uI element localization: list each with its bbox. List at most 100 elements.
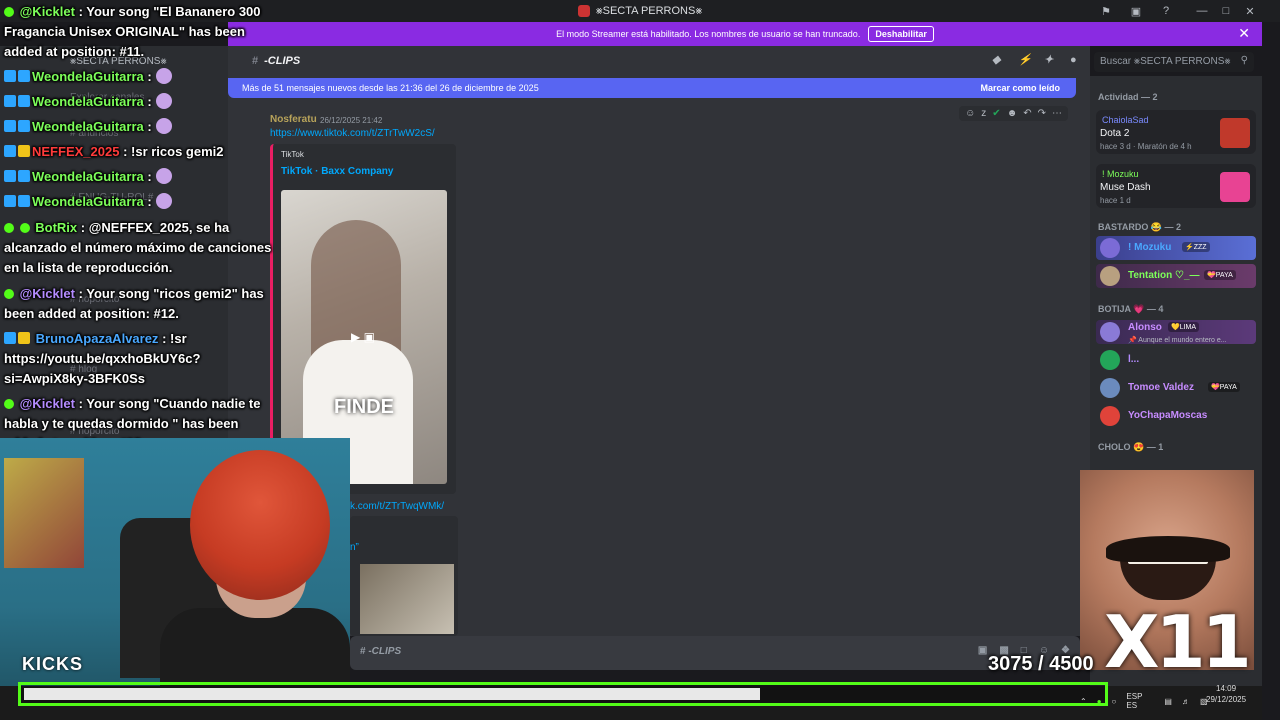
mark-read-button[interactable]: Marcar como leído [980, 83, 1060, 93]
more-icon[interactable]: ⋯ [1052, 108, 1062, 119]
screen-icon[interactable]: ▣ [1124, 0, 1148, 22]
chat-line: WeondelaGuitarra : [4, 92, 274, 112]
chat-username: BrunoApazaAlvarez [35, 331, 159, 346]
emote-icon [155, 118, 172, 134]
emote-icon [155, 68, 172, 84]
chat-username: BotRix [35, 220, 78, 235]
wall-poster [4, 458, 84, 568]
reaction-check-icon[interactable]: ✔ [992, 108, 1000, 119]
maximize-button[interactable]: □ [1214, 0, 1238, 22]
chat-message: : [143, 194, 152, 209]
message-composer[interactable]: # -CLIPS ▣ ▩ □ ☺ ❖ [350, 636, 1080, 670]
member-name: Tentation ♡_— [1128, 270, 1200, 281]
message-link-2[interactable]: k.com/t/ZTrTwqWMk/ [350, 501, 444, 512]
mute-icon[interactable]: ⚡ [1018, 54, 1032, 66]
member-tag: 💝PAYA [1204, 270, 1236, 280]
dota-icon [1220, 118, 1250, 148]
tray-app-icon[interactable]: ● [1097, 697, 1102, 706]
tiktok-embed-2: n” [350, 516, 458, 636]
tray-chevron-icon[interactable]: ⌃ [1080, 697, 1087, 706]
composer-hash-icon: # [360, 646, 366, 657]
group-header: CHOLO 😍 — 1 [1098, 442, 1164, 452]
sub-badge-icon [4, 145, 16, 157]
close-banner-icon[interactable]: ✕ [1238, 25, 1250, 42]
member-row[interactable]: YoChapaMoscas [1096, 404, 1256, 428]
message-link[interactable]: https://www.tiktok.com/t/ZTrTwW2cS/ [270, 128, 435, 139]
avatar [1100, 322, 1120, 342]
disable-streamer-button[interactable]: Deshabilitar [868, 26, 934, 42]
chat-area: Más de 51 mensajes nuevos desde las 21:3… [228, 76, 1090, 636]
minimize-button[interactable]: — [1190, 0, 1214, 22]
activity-game: Muse Dash [1100, 182, 1151, 193]
gifter-badge-icon [18, 195, 30, 207]
activity-user: ! Mozuku [1102, 169, 1139, 179]
webcam-feed: KICKS [0, 438, 350, 720]
banner-text: El modo Streamer está habilitado. Los no… [556, 29, 861, 39]
chat-message: : [143, 94, 152, 109]
member-name: Alonso [1128, 322, 1162, 333]
gift-icon[interactable]: ▣ [978, 645, 987, 656]
gifter-badge-icon [18, 95, 30, 107]
sub-badge-icon [4, 120, 16, 132]
tray-volume-icon[interactable]: ♬ [1182, 697, 1190, 706]
clock-time: 14:09 [1216, 684, 1237, 693]
activity-card[interactable]: ! Mozuku Muse Dash hace 1 d [1096, 164, 1256, 208]
activity-user: ChaiolaSad [1102, 115, 1149, 125]
chat-username: WeondelaGuitarra [32, 194, 144, 209]
inbox-icon[interactable]: ⚑ [1094, 0, 1118, 22]
close-window-button[interactable]: ✕ [1238, 0, 1262, 22]
sub-badge-icon [4, 332, 16, 344]
avatar [1100, 266, 1120, 286]
message-author[interactable]: Nosferatu [270, 114, 317, 125]
members-icon[interactable]: ● [1070, 54, 1082, 66]
reaction-emoji-icon[interactable]: ☺ [965, 108, 975, 119]
member-row[interactable]: Alonso 💛LIMA 📌 Aunque el mundo entero e.… [1096, 320, 1256, 344]
goal-separator: / [1032, 653, 1050, 675]
member-row[interactable]: ! Mozuku ⚡ZZZ [1096, 236, 1256, 260]
forward-icon[interactable]: ↷ [1038, 108, 1046, 119]
sub-badge-icon [4, 95, 16, 107]
channel-header: # -CLIPS ◆ ⚡ ✦ ● [228, 46, 1090, 76]
server-icon [577, 5, 590, 17]
reply-icon[interactable]: ↶ [1023, 108, 1031, 119]
avatar [1100, 350, 1120, 370]
pin-icon[interactable]: ✦ [1044, 54, 1056, 66]
chat-line: BrunoApazaAlvarez : !sr https://youtu.be… [4, 329, 274, 389]
clock-date: 29/12/2025 [1206, 695, 1247, 704]
muse-dash-icon [1220, 172, 1250, 202]
search-icon: ⚲ [1240, 55, 1248, 66]
taskbar-clock[interactable]: 14:09 29/12/2025 [1206, 683, 1246, 705]
embed-title[interactable]: TikTok · Baxx Company [281, 166, 393, 177]
embed2-thumbnail[interactable] [360, 564, 454, 634]
embed2-title[interactable]: n” [350, 542, 359, 553]
member-status: 📌 Aunque el mundo entero e... [1128, 337, 1227, 344]
add-reaction-icon[interactable]: ☻ [1007, 108, 1018, 119]
play-icon[interactable]: ▶ ▣ [351, 330, 375, 344]
tray-mic-icon[interactable]: ○ [1112, 697, 1117, 706]
help-icon[interactable]: ? [1154, 0, 1178, 22]
member-name: Tomoe Valdez [1128, 382, 1194, 393]
member-row[interactable]: Tomoe Valdez 💝PAYA [1096, 376, 1256, 400]
verified-badge-icon [4, 399, 14, 409]
member-row[interactable]: Tentation ♡_— 💝PAYA [1096, 264, 1256, 288]
activity-card[interactable]: ChaiolaSad Dota 2 hace 3 d · Maratón de … [1096, 110, 1256, 154]
new-messages-text: Más de 51 mensajes nuevos desde las 21:3… [242, 83, 539, 93]
gifter-badge-icon [18, 120, 30, 132]
tier-badge-icon [18, 332, 30, 344]
verified-badge-icon [4, 289, 14, 299]
meme-multiplier: X11 [1104, 600, 1252, 684]
search-input[interactable]: Buscar ⨳SECTA PERRONS⨳ ⚲ [1094, 52, 1254, 72]
meme-mustache [1106, 536, 1230, 562]
reaction-zzz-icon[interactable]: z [981, 108, 986, 119]
member-row[interactable]: l... [1096, 348, 1256, 372]
chat-line: WeondelaGuitarra : [4, 117, 274, 137]
threads-icon[interactable]: ◆ [992, 54, 1004, 66]
new-messages-bar[interactable]: Más de 51 mensajes nuevos desde las 21:3… [228, 78, 1076, 98]
sub-badge-icon [4, 195, 16, 207]
goal-current: 3075 [988, 653, 1033, 675]
tray-lang[interactable]: ESP ES [1126, 692, 1154, 710]
goal-target: 4500 [1049, 653, 1094, 675]
verified-badge-icon [4, 223, 14, 233]
tray-network-icon[interactable]: ▤ [1164, 697, 1172, 706]
sub-badge-icon [4, 170, 16, 182]
